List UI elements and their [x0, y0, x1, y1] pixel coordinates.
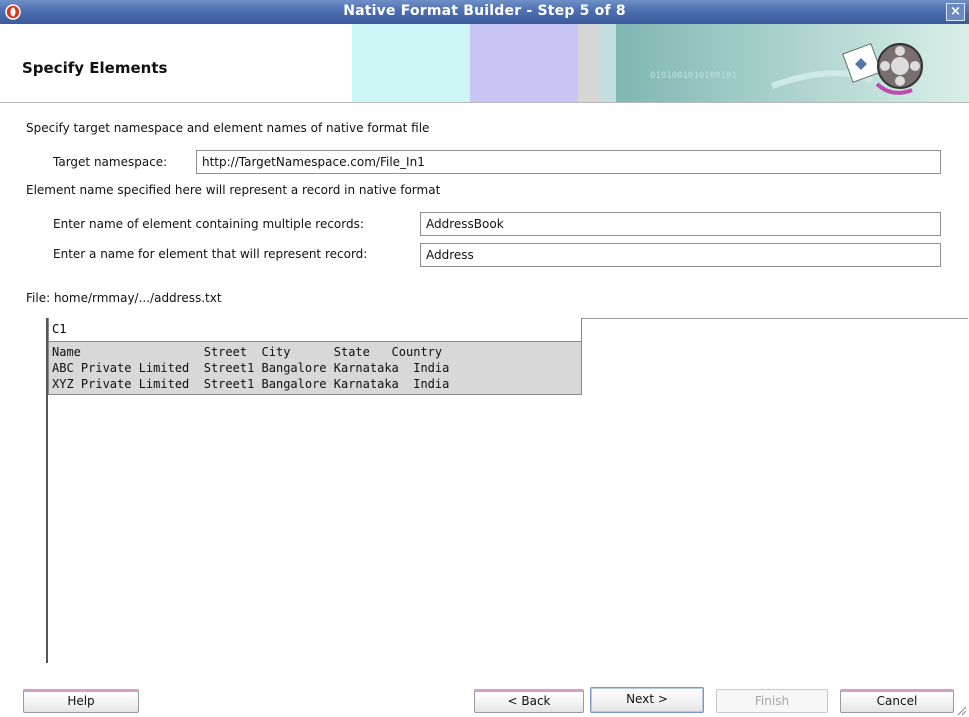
element-note-text: Element name specified here will represe… — [26, 183, 441, 197]
grid-body: Name Street City State Country ABC Priva… — [48, 342, 582, 395]
close-button[interactable]: × — [946, 3, 965, 21]
cancel-button[interactable]: Cancel — [840, 689, 954, 713]
svg-text:0101001010100101: 0101001010100101 — [650, 71, 737, 81]
header-banner: 0101001010100101 — [352, 24, 969, 102]
help-button[interactable]: Help — [23, 689, 139, 713]
record-element-label: Enter a name for element that will repre… — [53, 247, 368, 261]
intro-text: Specify target namespace and element nam… — [26, 121, 430, 135]
wizard-header: Specify Elements 0101001010100101 — [0, 24, 969, 102]
next-button[interactable]: Next > — [590, 687, 704, 713]
namespace-input[interactable] — [196, 150, 941, 174]
container-element-label: Enter name of element containing multipl… — [53, 217, 364, 231]
column-header-c1[interactable]: C1 — [48, 318, 582, 342]
file-preview-panel[interactable]: C1 Name Street City State Country ABC Pr… — [46, 318, 968, 663]
record-element-input[interactable] — [420, 243, 941, 267]
back-button[interactable]: < Back — [474, 689, 584, 713]
table-row[interactable]: ABC Private Limited Street1 Bangalore Ka… — [52, 360, 578, 376]
preview-grid: C1 Name Street City State Country ABC Pr… — [48, 318, 582, 395]
table-row[interactable]: Name Street City State Country — [52, 344, 578, 360]
finish-button[interactable]: Finish — [716, 689, 828, 713]
header-divider — [0, 102, 969, 103]
file-path-text: File: home/rmmay/.../address.txt — [26, 291, 222, 305]
table-row[interactable]: XYZ Private Limited Street1 Bangalore Ka… — [52, 376, 578, 392]
namespace-label: Target namespace: — [53, 155, 168, 169]
page-title: Specify Elements — [22, 59, 168, 77]
title-bar: Native Format Builder - Step 5 of 8 × — [0, 0, 969, 24]
resize-grip-icon[interactable] — [957, 705, 967, 716]
window-title: Native Format Builder - Step 5 of 8 — [343, 3, 626, 19]
container-element-input[interactable] — [420, 212, 941, 236]
